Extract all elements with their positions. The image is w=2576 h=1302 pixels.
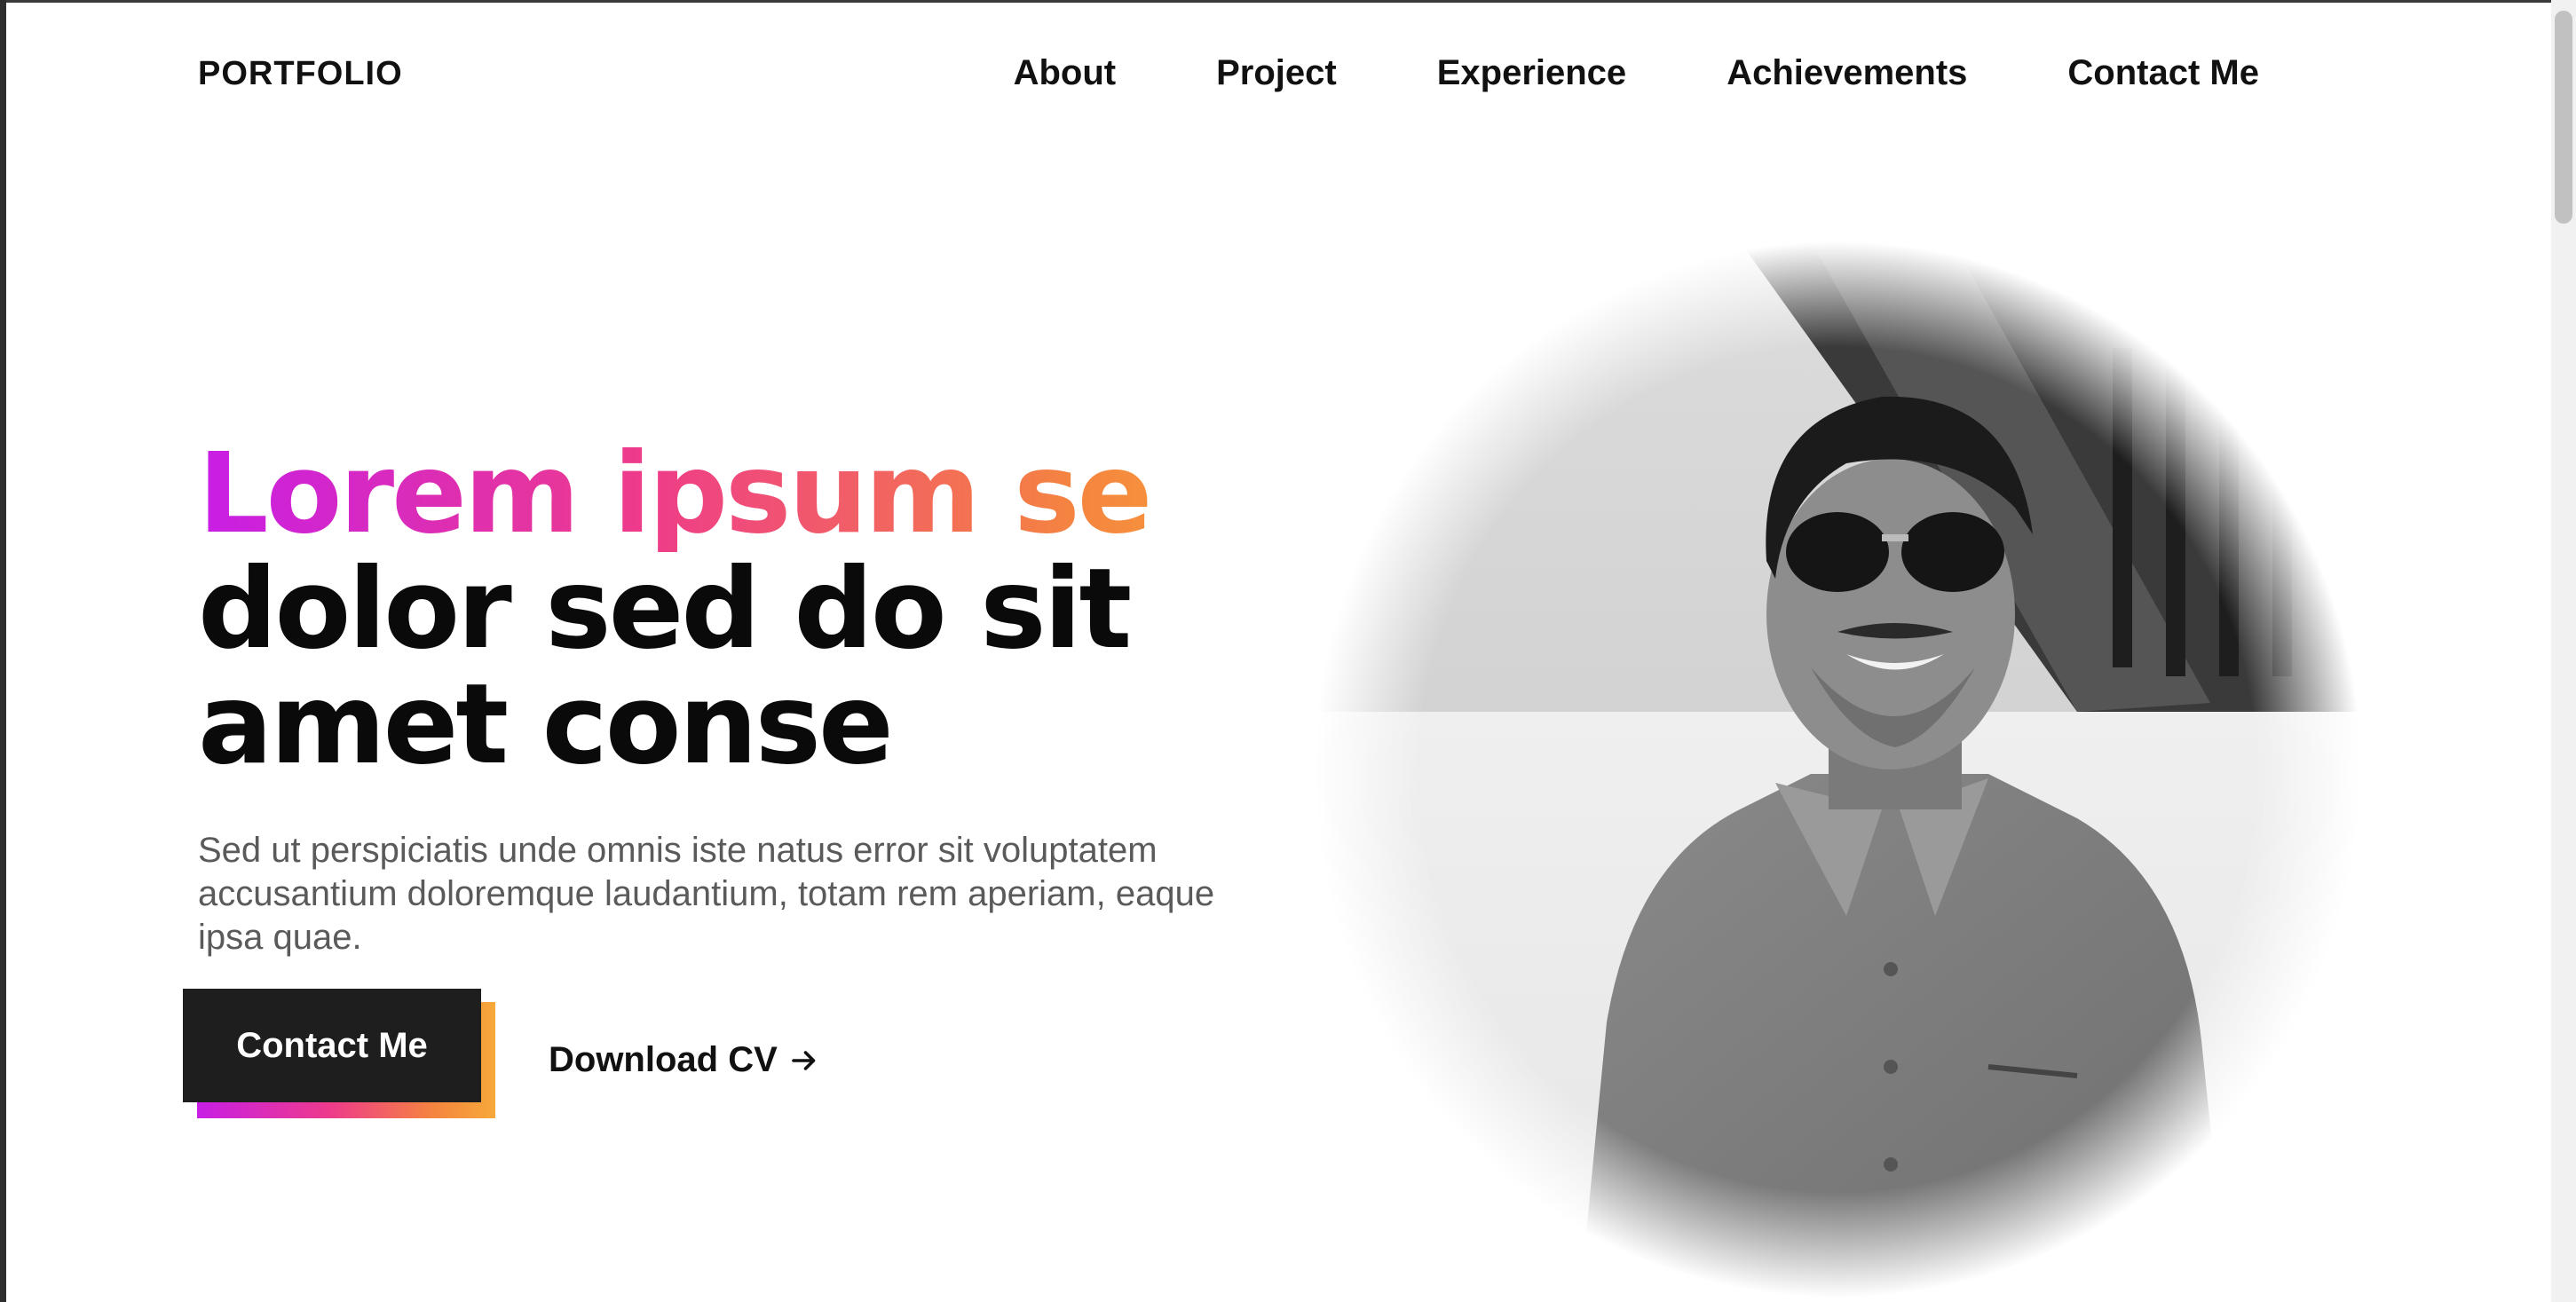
portrait-photo <box>1314 241 2361 1298</box>
main-nav: About Project Experience Achievements Co… <box>1014 53 2259 93</box>
hero-title: Lorem ipsum se dolor sed do sit amet con… <box>198 437 1308 783</box>
nav-item-about[interactable]: About <box>1014 53 1117 93</box>
portfolio-page: PORTFOLIO About Project Experience Achie… <box>0 0 2576 1302</box>
brand-logo[interactable]: PORTFOLIO <box>198 55 403 93</box>
hero-description: Sed ut perspiciatis unde omnis iste natu… <box>198 831 1215 957</box>
hero-title-line2: dolor sed do sit <box>198 545 1132 674</box>
arrow-right-icon <box>791 1050 816 1070</box>
nav-item-experience[interactable]: Experience <box>1437 53 1626 93</box>
hero-title-line3: amet conse <box>198 660 894 789</box>
page-scrollbar[interactable] <box>2551 0 2576 1302</box>
contact-button-wrapper: Contact Me <box>183 989 495 1118</box>
contact-me-button[interactable]: Contact Me <box>183 989 481 1102</box>
nav-item-contact[interactable]: Contact Me <box>2067 53 2259 93</box>
nav-item-achievements[interactable]: Achievements <box>1727 53 1967 93</box>
window-left-edge <box>0 0 6 1302</box>
download-cv-label: Download CV <box>549 1040 778 1079</box>
nav-item-project[interactable]: Project <box>1216 53 1337 93</box>
window-top-edge <box>0 0 2576 3</box>
hero-title-gradient: Lorem ipsum se <box>198 437 1308 552</box>
scrollbar-thumb[interactable] <box>2555 11 2572 224</box>
download-cv-link[interactable]: Download CV <box>549 1040 820 1080</box>
